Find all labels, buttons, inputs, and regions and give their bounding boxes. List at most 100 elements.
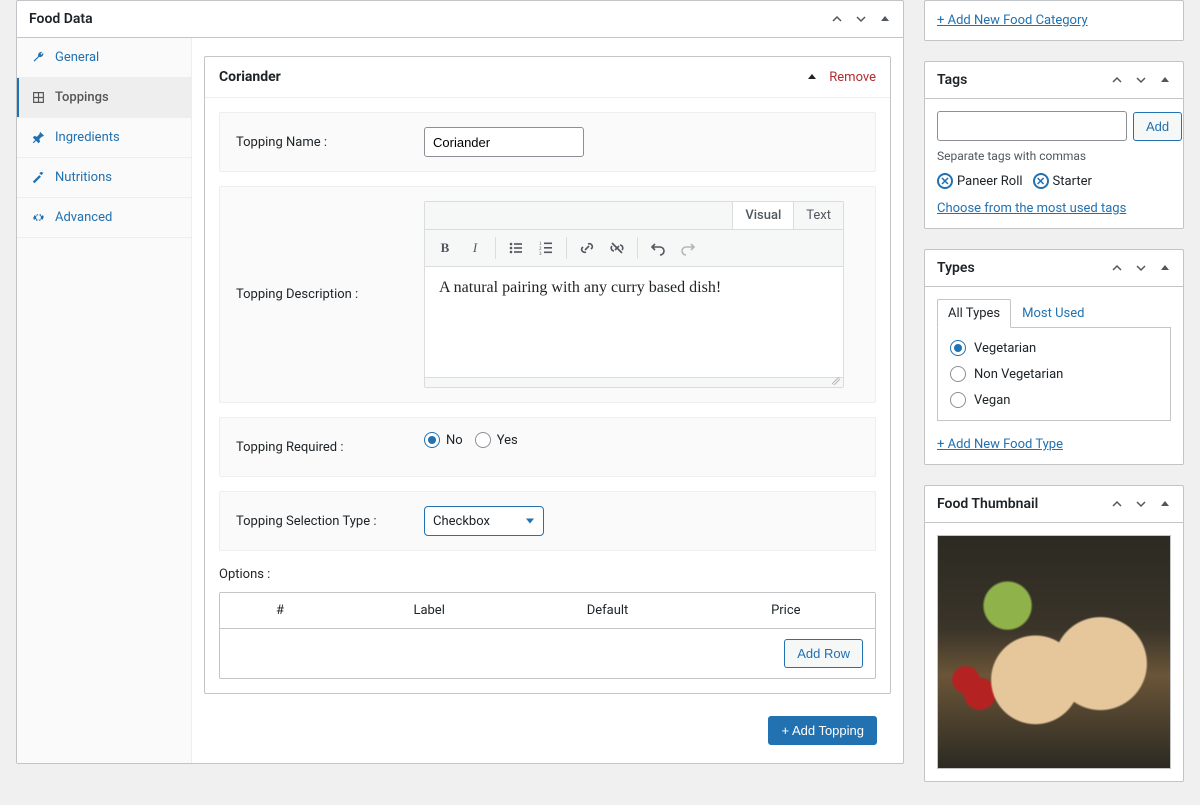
food-data-header: Food Data xyxy=(17,1,903,38)
italic-icon[interactable]: I xyxy=(461,234,489,262)
panel-move-up-icon[interactable] xyxy=(1107,494,1127,514)
food-category-panel-partial: + Add New Food Category xyxy=(924,0,1184,41)
gear-icon xyxy=(31,211,45,225)
unlink-icon[interactable] xyxy=(603,234,631,262)
topping-name-input[interactable] xyxy=(424,127,584,157)
field-selection-type: Topping Selection Type : Checkbox xyxy=(219,491,876,551)
editor-tab-text[interactable]: Text xyxy=(793,202,843,229)
numbered-list-icon[interactable]: 123 xyxy=(532,234,560,262)
tag-text: Starter xyxy=(1053,174,1092,189)
editor-content[interactable]: A natural pairing with any curry based d… xyxy=(425,267,843,377)
field-topping-description: Topping Description : Visual Text B xyxy=(219,186,876,403)
food-thumbnail-image[interactable] xyxy=(937,535,1171,769)
grid-icon xyxy=(31,91,45,105)
add-food-type-link[interactable]: + Add New Food Type xyxy=(937,437,1063,452)
carrot-icon xyxy=(31,171,45,185)
tab-nutritions[interactable]: Nutritions xyxy=(17,158,191,198)
food-data-title: Food Data xyxy=(17,1,105,37)
label-topping-description: Topping Description : xyxy=(236,280,416,310)
type-radio-nonveg[interactable] xyxy=(950,366,966,382)
tags-title: Tags xyxy=(925,62,979,98)
bold-icon[interactable]: B xyxy=(431,234,459,262)
wrench-icon xyxy=(31,51,45,65)
collapse-icon[interactable] xyxy=(807,72,817,82)
types-title: Types xyxy=(925,250,987,286)
types-tab-most[interactable]: Most Used xyxy=(1011,299,1095,328)
type-item[interactable]: Non Vegetarian xyxy=(950,366,1158,382)
types-tab-all[interactable]: All Types xyxy=(937,299,1011,328)
undo-icon[interactable] xyxy=(644,234,672,262)
panel-move-down-icon[interactable] xyxy=(851,9,871,29)
col-label: Label xyxy=(340,593,518,628)
tab-toppings-label: Toppings xyxy=(55,90,109,105)
add-tag-button[interactable]: Add xyxy=(1133,112,1182,141)
remove-tag-icon[interactable]: ✕ xyxy=(937,173,953,189)
tab-ingredients[interactable]: Ingredients xyxy=(17,118,191,158)
required-yes-option[interactable]: Yes xyxy=(475,432,518,448)
panel-move-down-icon[interactable] xyxy=(1131,494,1151,514)
tab-advanced-label: Advanced xyxy=(55,210,112,225)
required-no-radio[interactable] xyxy=(424,432,440,448)
editor-resize-handle[interactable] xyxy=(425,377,843,387)
panel-move-down-icon[interactable] xyxy=(1131,70,1151,90)
link-icon[interactable] xyxy=(573,234,601,262)
selection-type-select[interactable]: Checkbox xyxy=(424,506,544,536)
required-yes-radio[interactable] xyxy=(475,432,491,448)
selection-type-value: Checkbox xyxy=(424,506,544,536)
options-table-head: # Label Default Price xyxy=(220,593,875,629)
tab-general-label: General xyxy=(55,50,99,65)
type-item[interactable]: Vegetarian xyxy=(950,340,1158,356)
pin-icon xyxy=(31,131,45,145)
food-data-tabs: General Toppings Ingredien xyxy=(17,38,192,763)
editor-toolbar: B I 123 xyxy=(425,230,843,267)
col-num: # xyxy=(220,593,340,628)
thumbnail-title: Food Thumbnail xyxy=(925,486,1050,522)
add-row-button[interactable]: Add Row xyxy=(784,639,863,668)
type-radio-vegetarian[interactable] xyxy=(950,340,966,356)
editor-tab-visual[interactable]: Visual xyxy=(732,202,793,229)
rich-text-editor: Visual Text B I xyxy=(424,201,844,388)
tab-nutritions-label: Nutritions xyxy=(55,170,112,185)
tab-advanced[interactable]: Advanced xyxy=(17,198,191,238)
type-radio-vegan[interactable] xyxy=(950,392,966,408)
type-label: Vegan xyxy=(974,393,1010,408)
required-yes-label: Yes xyxy=(497,433,518,448)
panel-handle-actions xyxy=(827,9,903,29)
remove-topping-link[interactable]: Remove xyxy=(829,70,876,85)
type-label: Vegetarian xyxy=(974,341,1036,356)
required-no-option[interactable]: No xyxy=(424,432,463,448)
field-topping-required: Topping Required : No xyxy=(219,417,876,477)
panel-toggle-icon[interactable] xyxy=(1155,70,1175,90)
toolbar-separator xyxy=(637,237,638,259)
tag-input[interactable] xyxy=(937,111,1127,141)
add-topping-button[interactable]: + Add Topping xyxy=(768,716,877,745)
panel-move-down-icon[interactable] xyxy=(1131,258,1151,278)
type-label: Non Vegetarian xyxy=(974,367,1063,382)
choose-tags-link[interactable]: Choose from the most used tags xyxy=(937,201,1126,216)
panel-move-up-icon[interactable] xyxy=(1107,70,1127,90)
options-heading: Options : xyxy=(205,567,890,582)
topping-header: Coriander Remove xyxy=(205,57,890,98)
label-topping-name: Topping Name : xyxy=(236,127,416,157)
add-food-category-link[interactable]: + Add New Food Category xyxy=(937,13,1088,28)
tab-ingredients-label: Ingredients xyxy=(55,130,120,145)
panel-move-up-icon[interactable] xyxy=(1107,258,1127,278)
bullet-list-icon[interactable] xyxy=(502,234,530,262)
type-item[interactable]: Vegan xyxy=(950,392,1158,408)
col-default: Default xyxy=(518,593,696,628)
tags-panel: Tags Add Separate tags with commas ✕ Pan… xyxy=(924,61,1184,229)
panel-toggle-icon[interactable] xyxy=(1155,258,1175,278)
tab-general[interactable]: General xyxy=(17,38,191,78)
food-data-panel: Food Data xyxy=(16,0,904,764)
tag-text: Paneer Roll xyxy=(957,174,1023,189)
panel-move-up-icon[interactable] xyxy=(827,9,847,29)
tab-toppings[interactable]: Toppings xyxy=(17,78,191,118)
toolbar-separator xyxy=(495,237,496,259)
required-no-label: No xyxy=(446,433,463,448)
panel-toggle-icon[interactable] xyxy=(1155,494,1175,514)
types-list: Vegetarian Non Vegetarian Vegan xyxy=(937,328,1171,421)
remove-tag-icon[interactable]: ✕ xyxy=(1033,173,1049,189)
panel-toggle-icon[interactable] xyxy=(875,9,895,29)
options-table: # Label Default Price Add Row xyxy=(219,592,876,679)
redo-icon[interactable] xyxy=(674,234,702,262)
